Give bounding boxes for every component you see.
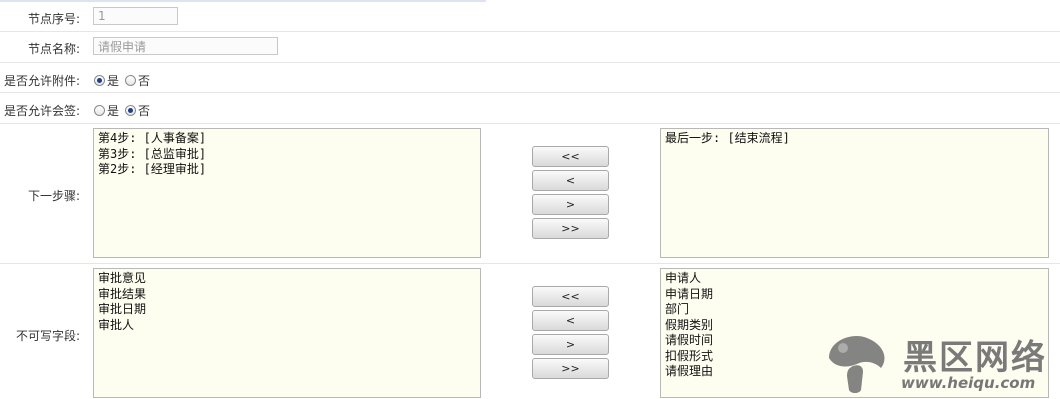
row-allow-attachment: 是否允许附件: 是 否 — [0, 63, 1060, 93]
row-allow-countersign: 是否允许会签: 是 否 — [0, 93, 1060, 124]
radio-label-yes: 是 — [107, 104, 120, 118]
list-item[interactable]: 申请人 — [665, 271, 1044, 287]
move-all-right-button[interactable]: >> — [532, 358, 609, 379]
list-item[interactable]: 审批日期 — [98, 302, 476, 318]
allow-countersign-label: 是否允许会签: — [3, 104, 80, 118]
list-item[interactable]: 部门 — [665, 302, 1044, 318]
radio-unchecked-icon — [94, 105, 105, 116]
allow-attachment-yes-radio[interactable]: 是 — [94, 72, 119, 89]
radio-label-no: 否 — [138, 104, 151, 118]
move-left-button[interactable]: < — [532, 170, 609, 191]
watermark-url: www.heiqu.com — [901, 374, 1036, 392]
radio-label-yes: 是 — [107, 74, 120, 88]
list-item[interactable]: 第3步: [总监审批] — [98, 147, 476, 163]
move-left-button[interactable]: < — [532, 310, 609, 331]
readonly-fields-label: 不可写字段: — [15, 329, 80, 343]
move-all-right-button[interactable]: >> — [532, 218, 609, 239]
node-index-input[interactable] — [93, 7, 178, 25]
node-name-label: 节点名称: — [27, 42, 80, 56]
list-item[interactable]: 审批结果 — [98, 287, 476, 303]
node-name-input[interactable] — [93, 37, 278, 55]
list-item[interactable]: 第4步: [人事备案] — [98, 131, 476, 147]
mushroom-logo-icon — [829, 336, 885, 393]
allow-countersign-no-radio[interactable]: 否 — [125, 102, 150, 119]
allow-countersign-yes-radio[interactable]: 是 — [94, 102, 119, 119]
row-next-steps: 下一步骤: 第4步: [人事备案] 第3步: [总监审批] 第2步: [经理审批… — [0, 124, 1060, 264]
next-steps-label: 下一步骤: — [27, 189, 80, 203]
row-node-name: 节点名称: — [0, 32, 1060, 63]
next-steps-selected-list[interactable]: 最后一步: [结束流程] — [660, 128, 1049, 258]
list-item[interactable]: 申请日期 — [665, 287, 1044, 303]
allow-attachment-label: 是否允许附件: — [3, 74, 80, 88]
move-all-left-button[interactable]: << — [532, 286, 609, 307]
radio-unchecked-icon — [125, 75, 137, 86]
list-item[interactable]: 审批人 — [98, 318, 476, 334]
allow-countersign-radio-group: 是 否 — [94, 102, 156, 119]
move-right-button[interactable]: > — [532, 194, 609, 215]
list-item[interactable]: 最后一步: [结束流程] — [665, 131, 1044, 147]
list-item[interactable]: 审批意见 — [98, 271, 476, 287]
row-node-index: 节点序号: — [0, 2, 1060, 32]
list-item[interactable]: 第2步: [经理审批] — [98, 162, 476, 178]
watermark-title: 黑区网络 — [903, 338, 1047, 378]
allow-attachment-no-radio[interactable]: 否 — [125, 72, 150, 89]
watermark-logo: 黑区网络 www.heiqu.com — [823, 328, 1058, 396]
radio-label-no: 否 — [138, 74, 151, 88]
next-steps-available-list[interactable]: 第4步: [人事备案] 第3步: [总监审批] 第2步: [经理审批] — [93, 128, 481, 258]
readonly-fields-available-list[interactable]: 审批意见 审批结果 审批日期 审批人 — [93, 268, 481, 398]
allow-attachment-radio-group: 是 否 — [94, 72, 156, 89]
move-right-button[interactable]: > — [532, 334, 609, 355]
radio-checked-icon — [125, 105, 137, 116]
radio-checked-icon — [94, 75, 105, 86]
move-all-left-button[interactable]: << — [532, 146, 609, 167]
node-index-label: 节点序号: — [27, 12, 80, 26]
